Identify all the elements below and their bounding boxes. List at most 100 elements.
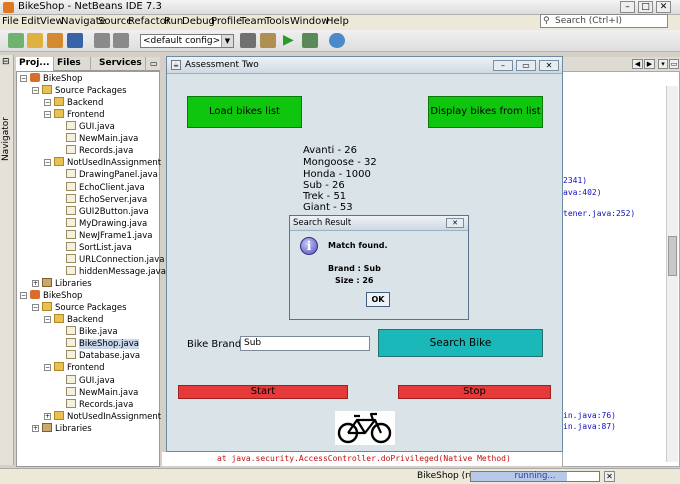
debug-icon[interactable]: [302, 33, 318, 48]
tab-services[interactable]: Services: [91, 57, 146, 71]
tree-node[interactable]: − Frontend: [44, 362, 105, 374]
tree-node[interactable]: − Backend: [44, 97, 103, 109]
run-icon[interactable]: ▶: [283, 33, 299, 48]
minimize-icon[interactable]: –: [493, 60, 513, 71]
menu-window[interactable]: Window: [290, 16, 329, 27]
expand-toggle-icon[interactable]: −: [44, 364, 51, 372]
scrollbar-thumb[interactable]: [668, 236, 677, 276]
menu-edit[interactable]: Edit: [21, 16, 40, 27]
tree-node-label: Records.java: [79, 146, 134, 157]
tab-files[interactable]: Files: [54, 57, 91, 71]
result-brand-text: Brand : Sub: [328, 264, 381, 273]
tree-node-label: Frontend: [67, 110, 105, 121]
menu-profile[interactable]: Profile: [211, 16, 242, 27]
minimize-panel-icon[interactable]: ▭: [147, 57, 160, 71]
new-file-icon[interactable]: [8, 33, 24, 48]
tree-node[interactable]: GUI.java: [56, 121, 115, 133]
scroll-right-icon[interactable]: ▶: [644, 59, 655, 69]
menu-team[interactable]: Team: [240, 16, 266, 27]
save-all-icon[interactable]: [67, 33, 83, 48]
bike-list-item: Giant - 53: [303, 202, 353, 213]
open-project-icon[interactable]: [47, 33, 63, 48]
undo-icon[interactable]: [94, 33, 110, 48]
output-line: tener.java:252): [563, 209, 636, 218]
tree-node[interactable]: NewMain.java: [56, 386, 138, 399]
tree-node[interactable]: + Libraries: [32, 422, 92, 435]
tree-node[interactable]: EchoServer.java: [56, 193, 148, 206]
tree-node[interactable]: DrawingPanel.java: [56, 169, 158, 181]
tree-node[interactable]: − Source Packages: [32, 85, 127, 97]
build-icon[interactable]: [240, 33, 256, 48]
expand-toggle-icon[interactable]: −: [44, 99, 51, 107]
expand-toggle-icon[interactable]: −: [20, 75, 27, 82]
expand-toggle-icon[interactable]: −: [32, 304, 39, 312]
tree-node[interactable]: − Backend: [44, 314, 103, 326]
tree-node[interactable]: Records.java: [56, 145, 133, 157]
display-bikes-button[interactable]: Display bikes from list: [428, 96, 543, 128]
stop-button[interactable]: Stop: [398, 385, 551, 399]
tree-node[interactable]: Database.java: [56, 350, 140, 362]
search-bike-button[interactable]: Search Bike: [378, 329, 543, 357]
tree-node[interactable]: − Source Packages: [32, 302, 127, 314]
load-bikes-button[interactable]: Load bikes list: [187, 96, 302, 128]
maximize-icon[interactable]: □: [638, 1, 653, 13]
tree-node[interactable]: Bike.java: [56, 326, 118, 338]
tree-node[interactable]: hiddenMessage.java: [56, 265, 166, 278]
expand-toggle-icon[interactable]: −: [20, 292, 27, 300]
tree-node[interactable]: Records.java: [56, 398, 133, 411]
expand-toggle-icon[interactable]: −: [44, 316, 51, 324]
cancel-process-icon[interactable]: ✕: [604, 471, 615, 482]
tree-node-label: EchoServer.java: [79, 194, 148, 205]
expand-toggle-icon[interactable]: −: [44, 159, 51, 167]
expand-toggle-icon[interactable]: +: [44, 412, 51, 420]
tree-node[interactable]: − BikeShop: [20, 290, 82, 302]
tree-node-label: BikeShop.java: [79, 339, 139, 350]
tab-list-icon[interactable]: ▾: [658, 59, 668, 69]
tree-node[interactable]: − Frontend: [44, 109, 105, 121]
ok-button[interactable]: OK: [366, 292, 390, 307]
menu-tools[interactable]: Tools: [265, 16, 290, 27]
tree-node[interactable]: NewMain.java: [56, 133, 138, 145]
restore-icon[interactable]: ▭: [516, 60, 536, 71]
redo-icon[interactable]: [113, 33, 129, 48]
java-file-icon: [66, 169, 76, 179]
expand-toggle-icon[interactable]: −: [44, 111, 51, 119]
close-icon[interactable]: ✕: [539, 60, 559, 71]
output-scrollbar[interactable]: [666, 86, 678, 462]
config-select[interactable]: <default config> ▼: [140, 34, 234, 48]
close-icon[interactable]: ✕: [656, 1, 671, 13]
tree-node[interactable]: NewJFrame1.java: [56, 229, 152, 242]
scroll-left-icon[interactable]: ◀: [632, 59, 643, 69]
tree-node[interactable]: − NotUsedInAssignment: [44, 157, 161, 169]
minimize-icon[interactable]: –: [620, 1, 635, 13]
ide-search-input[interactable]: ⚲ Search (Ctrl+I): [540, 14, 668, 28]
tree-node[interactable]: + NotUsedInAssignment: [44, 410, 161, 423]
tab-projects[interactable]: Proj...: [16, 57, 54, 71]
netbeans-app-icon: [3, 2, 14, 13]
tree-node[interactable]: + Libraries: [32, 278, 92, 290]
tree-node[interactable]: GUI.java: [56, 374, 115, 387]
package-icon: [54, 410, 64, 420]
tree-node[interactable]: MyDrawing.java: [56, 217, 147, 230]
profile-icon[interactable]: [329, 33, 345, 48]
menu-debug[interactable]: Debug: [182, 16, 215, 27]
maximize-editor-icon[interactable]: ▭: [669, 59, 679, 69]
bike-brand-input[interactable]: Sub: [240, 336, 370, 351]
expand-toggle-icon[interactable]: +: [32, 280, 39, 288]
menu-run[interactable]: Run: [164, 16, 183, 27]
expand-toggle-icon[interactable]: −: [32, 87, 39, 95]
menu-help[interactable]: Help: [326, 16, 349, 27]
menu-file[interactable]: File: [2, 16, 19, 27]
start-button[interactable]: Start: [178, 385, 348, 399]
clean-build-icon[interactable]: [260, 33, 276, 48]
tree-node[interactable]: − BikeShop: [20, 73, 82, 85]
tree-node[interactable]: EchoClient.java: [56, 181, 145, 194]
tree-node[interactable]: BikeShop.java: [56, 338, 139, 350]
navigator-strip[interactable]: ⊟ Navigator: [0, 55, 14, 465]
tree-node[interactable]: URLConnection.java: [56, 253, 164, 266]
expand-toggle-icon[interactable]: +: [32, 424, 39, 432]
tree-node[interactable]: SortList.java: [56, 241, 132, 254]
new-project-icon[interactable]: [27, 33, 43, 48]
close-icon[interactable]: ✕: [446, 218, 464, 228]
tree-node[interactable]: GUI2Button.java: [56, 205, 149, 218]
